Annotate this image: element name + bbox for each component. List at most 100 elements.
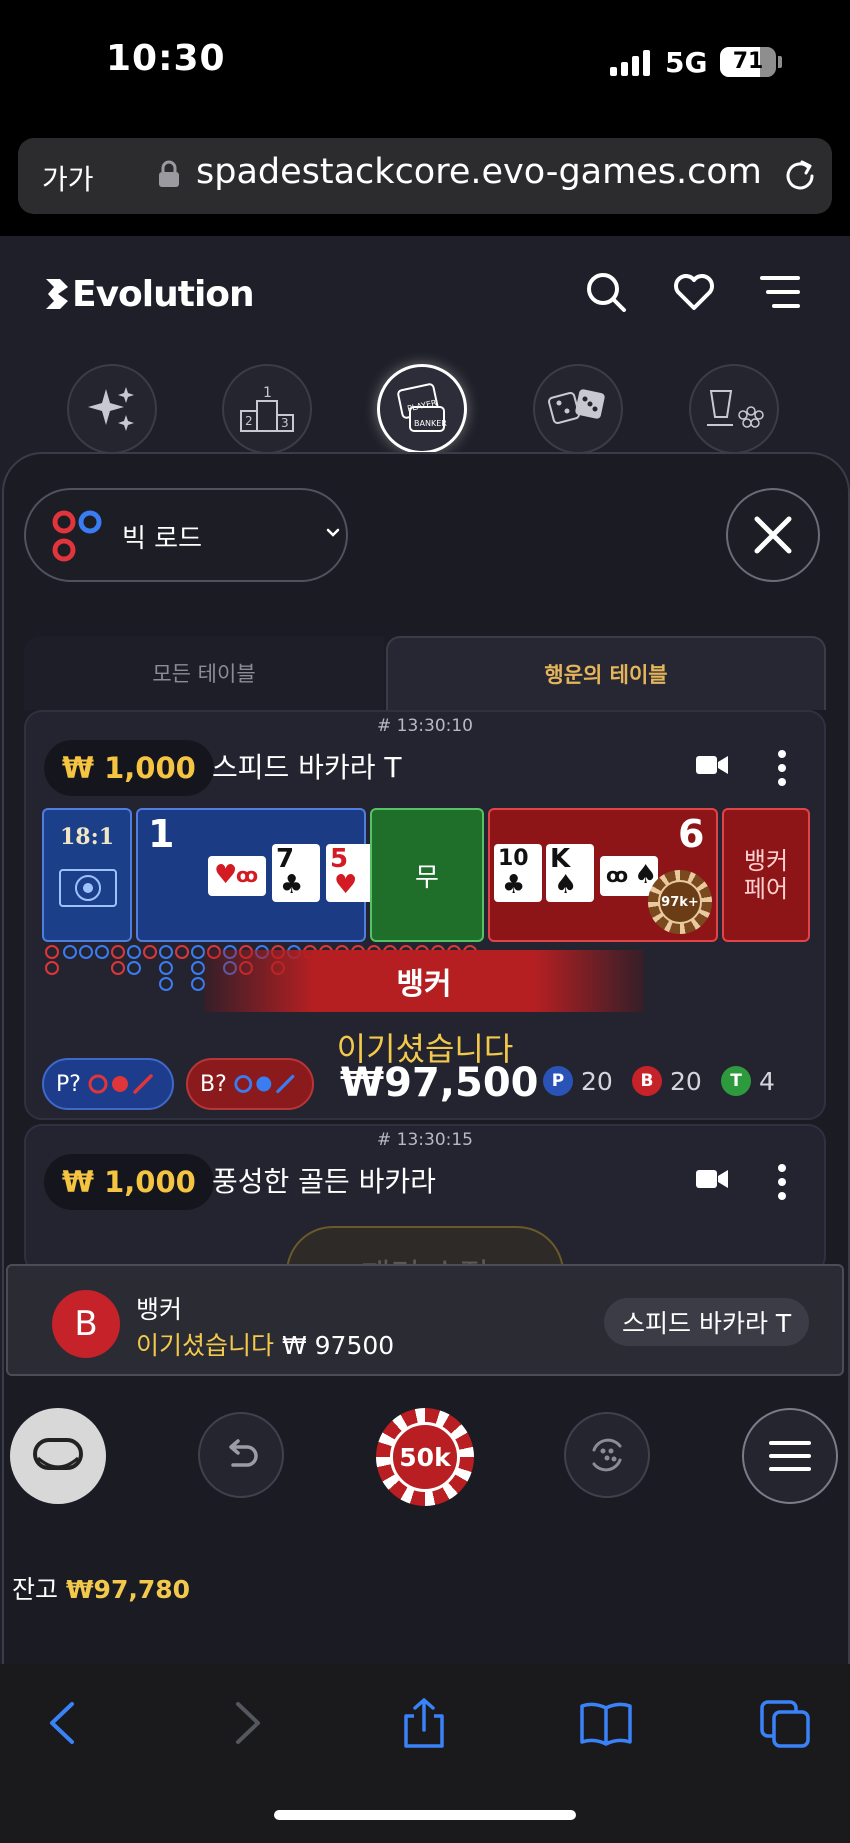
signal-icon (610, 50, 650, 76)
close-icon (754, 516, 792, 554)
evolution-logo[interactable]: Evolution (44, 272, 255, 316)
player-card-1: ♥ ꝏ (208, 856, 266, 896)
side-bet-odds: 18:1 (60, 824, 115, 850)
video-camera-icon[interactable] (696, 1168, 728, 1190)
evolution-logo-mark (46, 279, 68, 309)
url-text[interactable]: spadestackcore.evo-games.com (196, 152, 762, 192)
player-card-3: 5 ♥ (326, 844, 374, 902)
category-game-shows[interactable] (689, 364, 779, 454)
share-icon[interactable] (396, 1698, 452, 1748)
reload-icon[interactable] (780, 156, 820, 196)
tie-wins-stat: T 4 (721, 1066, 775, 1096)
player-wins-stat: P 20 (543, 1066, 613, 1096)
undo-icon (229, 1439, 258, 1467)
battery-icon: 71 (720, 47, 776, 77)
prediction-icons (88, 1074, 153, 1094)
category-dice[interactable] (533, 364, 623, 454)
table-name: 스피드 바카라 T (212, 751, 402, 784)
chip-value: 50k (390, 1422, 460, 1492)
notification-title: 뱅커 (136, 1295, 183, 1324)
big-road-icon (52, 510, 102, 562)
address-bar[interactable]: 가가 spadestackcore.evo-games.com (18, 138, 832, 214)
undo-button[interactable] (198, 1412, 284, 1498)
chip-selector[interactable]: 50k (376, 1408, 474, 1506)
banker-score: 6 (678, 812, 705, 856)
brand-name: Evolution (72, 273, 255, 315)
banker-bet-spot[interactable]: 10 ♣ K ♠ ꝏ ♠ 6 97k+ (488, 808, 718, 942)
prediction-icons (234, 1074, 295, 1094)
tabs-icon[interactable] (758, 1698, 814, 1748)
table-lobby-icon (33, 1438, 83, 1470)
bet-area: 18:1 1 ♥ ꝏ 7 ♣ 5 ♥ 무 10 ♣ K ♠ ꝏ ♠ 6 97k+… (42, 808, 810, 942)
player-card-2: 7 ♣ (272, 844, 320, 902)
repeat-bet-button[interactable] (564, 1412, 650, 1498)
banker-card-1: 10 ♣ (494, 844, 542, 902)
more-options-icon[interactable] (778, 1164, 786, 1200)
game-menu-button[interactable] (742, 1408, 838, 1504)
text-size-button[interactable]: 가가 (42, 158, 94, 198)
banker-card-2: K ♠ (546, 844, 594, 902)
balance-value: ₩97,780 (65, 1575, 191, 1604)
player-pair-spot[interactable]: 18:1 (42, 808, 132, 942)
baccarat-cards-icon: PLAYER BANKER (397, 383, 447, 432)
search-icon[interactable] (584, 270, 628, 314)
dice-icon (547, 389, 605, 425)
result-banner: 뱅커 (204, 950, 644, 1012)
battery-tip (778, 56, 782, 68)
pot-chip-label: 97k+ (658, 880, 702, 924)
win-amount: ₩97,500 (340, 1060, 539, 1106)
notification-table-name[interactable]: 스피드 바카라 T (604, 1298, 810, 1346)
back-icon[interactable] (36, 1698, 92, 1748)
side-bet-card-icon (59, 869, 117, 907)
tie-badge: T (721, 1066, 751, 1096)
pot-chip: 97k+ (648, 870, 712, 934)
bookmarks-icon[interactable] (578, 1698, 634, 1748)
svg-text:1: 1 (263, 385, 272, 401)
svg-text:3: 3 (281, 416, 289, 430)
favorites-heart-icon[interactable] (672, 270, 716, 314)
table-stake: ₩ 1,000 (44, 1154, 214, 1210)
table-tabs: 모든 테이블 행운의 테이블 (24, 636, 826, 710)
notification-won-label: 이기셨습니다 (136, 1331, 275, 1360)
player-badge: P (543, 1066, 573, 1096)
game-id: # 13:30:15 (377, 1130, 473, 1150)
category-baccarat[interactable]: PLAYER BANKER (377, 364, 467, 454)
banker-pair-spot[interactable]: 뱅커 페어 (722, 808, 810, 942)
win-notification[interactable]: B 뱅커 이기셨습니다 ₩ 97500 스피드 바카라 T (6, 1264, 844, 1376)
road-type-selector[interactable]: 빅 로드 (24, 488, 348, 582)
balance-display: 잔고 ₩97,780 (12, 1570, 190, 1606)
status-bar: 10:30 5G 71 (0, 0, 850, 125)
screen: 10:30 5G 71 가가 spadestackcore.evo-games.… (0, 0, 850, 1843)
player-bet-spot[interactable]: 1 ♥ ꝏ 7 ♣ 5 ♥ (136, 808, 374, 942)
chevron-down-icon (326, 528, 340, 537)
category-leaderboard[interactable]: 1 2 3 (222, 364, 312, 454)
chips-stack-icon (707, 390, 764, 428)
video-camera-icon[interactable] (696, 754, 728, 776)
menu-lines-icon[interactable] (758, 270, 802, 314)
tie-wins-count: 4 (759, 1066, 775, 1096)
category-top-games[interactable] (67, 364, 157, 454)
balance-label: 잔고 (12, 1575, 59, 1604)
lock-icon (159, 160, 179, 187)
banker-badge: B (632, 1066, 662, 1096)
player-score: 1 (148, 812, 175, 856)
player-prediction-label: P? (56, 1071, 81, 1097)
more-options-icon[interactable] (778, 750, 786, 786)
tie-bet-spot[interactable]: 무 (370, 808, 484, 942)
tab-lucky-tables[interactable]: 행운의 테이블 (386, 636, 826, 710)
forward-icon[interactable] (218, 1698, 274, 1748)
podium-icon: 1 2 3 (240, 385, 294, 432)
close-button[interactable] (726, 488, 820, 582)
home-indicator[interactable] (274, 1810, 576, 1820)
banker-prediction-button[interactable]: B? (186, 1058, 314, 1110)
banker-prediction-label: B? (200, 1071, 227, 1097)
notification-message: 이기셨습니다 ₩ 97500 (136, 1326, 394, 1362)
banker-wins-count: 20 (670, 1066, 702, 1096)
battery-level: 71 (732, 49, 764, 74)
road-type-label: 빅 로드 (122, 524, 203, 554)
lobby-button[interactable] (10, 1408, 106, 1504)
player-prediction-button[interactable]: P? (42, 1058, 174, 1110)
player-wins-count: 20 (581, 1066, 613, 1096)
tab-all-tables[interactable]: 모든 테이블 (24, 636, 384, 710)
svg-text:BANKER: BANKER (414, 419, 447, 428)
